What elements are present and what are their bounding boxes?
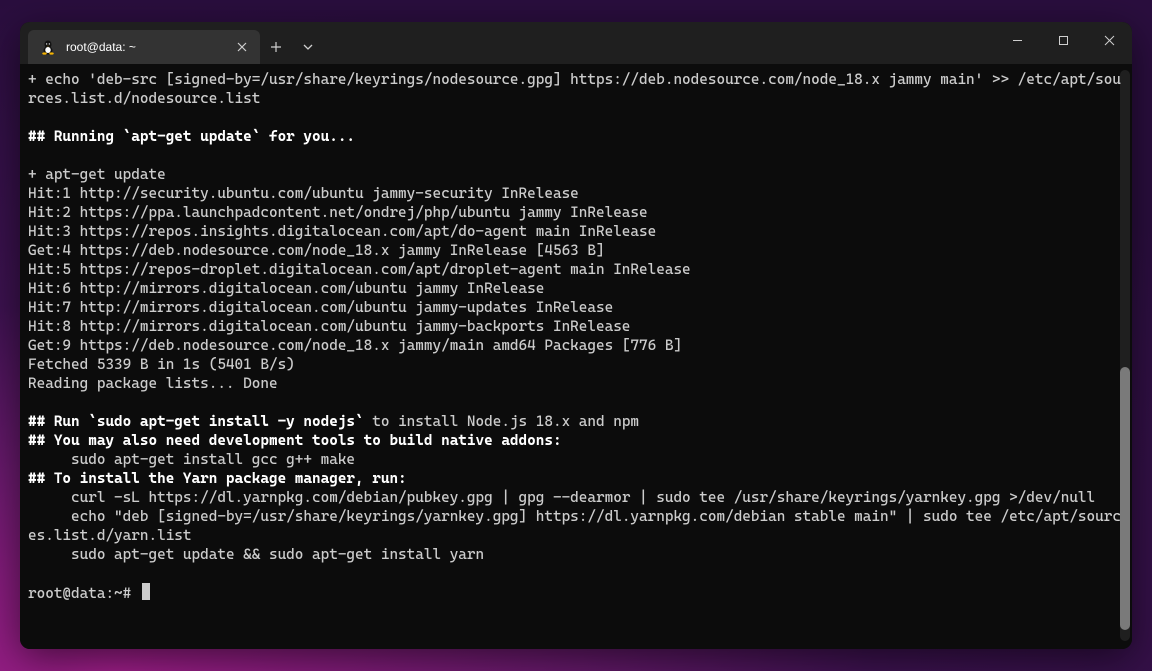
tab-close-button[interactable] bbox=[234, 39, 250, 55]
prompt-text: root@data:~# bbox=[28, 585, 140, 602]
scrollbar-thumb[interactable] bbox=[1120, 367, 1130, 630]
minimize-button[interactable] bbox=[994, 22, 1040, 58]
tab-strip: root@data: ~ bbox=[20, 22, 324, 64]
titlebar[interactable]: root@data: ~ bbox=[20, 22, 1132, 64]
cursor bbox=[142, 583, 150, 600]
scrollbar[interactable] bbox=[1120, 70, 1130, 641]
tab-title: root@data: ~ bbox=[66, 40, 224, 54]
prompt-line: root@data:~# bbox=[28, 583, 1124, 603]
tab-dropdown-button[interactable] bbox=[292, 30, 324, 64]
new-tab-button[interactable] bbox=[260, 30, 292, 64]
tab-active[interactable]: root@data: ~ bbox=[28, 30, 260, 64]
maximize-button[interactable] bbox=[1040, 22, 1086, 58]
linux-icon bbox=[40, 39, 56, 55]
window-close-button[interactable] bbox=[1086, 22, 1132, 58]
terminal-viewport[interactable]: + echo 'deb-src [signed-by=/usr/share/ke… bbox=[20, 64, 1132, 649]
terminal-window: root@data: ~ + echo 'de bbox=[20, 22, 1132, 649]
terminal-output: + echo 'deb-src [signed-by=/usr/share/ke… bbox=[28, 70, 1124, 564]
window-controls bbox=[994, 22, 1132, 58]
